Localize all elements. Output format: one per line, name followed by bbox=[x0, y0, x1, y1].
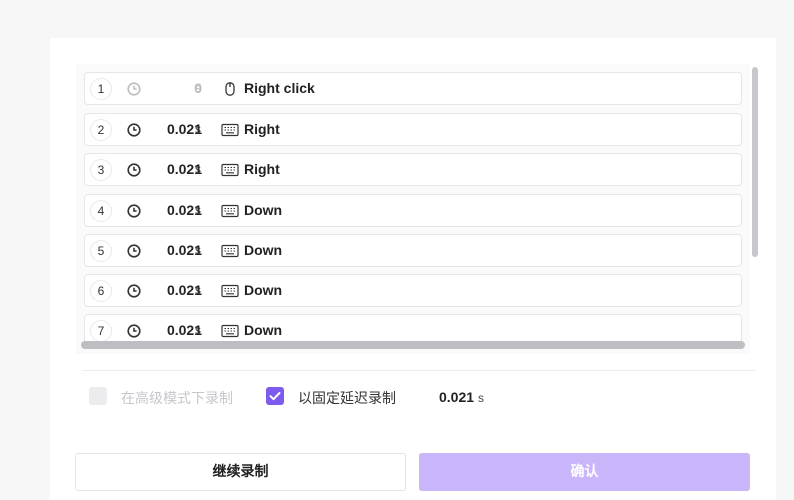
step-index: 2 bbox=[90, 119, 112, 141]
fixed-delay-label: 以固定延迟录制 bbox=[298, 391, 396, 407]
checkmark-icon bbox=[269, 392, 281, 401]
fixed-delay-value-field[interactable]: 0.021 s bbox=[439, 389, 484, 405]
step-delay[interactable]: 0.021 bbox=[145, 242, 202, 258]
keyboard-icon bbox=[221, 163, 239, 177]
clock-icon bbox=[127, 204, 141, 218]
step-delay[interactable]: 0.021 bbox=[145, 282, 202, 298]
step-delay-unit: s bbox=[195, 162, 201, 176]
macro-step-row[interactable]: 1 0 s Right click bbox=[84, 72, 742, 105]
macro-step-row[interactable]: 4 0.021 s Down bbox=[84, 194, 742, 227]
macro-step-list[interactable]: 1 0 s Right click 2 0.021 s Right 3 0.02… bbox=[76, 64, 750, 354]
fixed-delay-value[interactable]: 0.021 bbox=[439, 389, 474, 405]
step-delay-unit: s bbox=[195, 122, 201, 136]
macro-step-row[interactable]: 6 0.021 s Down bbox=[84, 274, 742, 307]
macro-step-row[interactable]: 2 0.021 s Right bbox=[84, 113, 742, 146]
step-action-label: Down bbox=[244, 282, 283, 298]
step-delay-unit: s bbox=[195, 323, 201, 337]
step-delay[interactable]: 0.021 bbox=[145, 161, 202, 177]
step-index: 6 bbox=[90, 280, 112, 302]
step-delay[interactable]: 0 bbox=[145, 80, 202, 96]
continue-recording-button[interactable]: 继续录制 bbox=[75, 453, 406, 491]
step-delay-unit: s bbox=[195, 203, 201, 217]
keyboard-icon bbox=[221, 123, 239, 137]
step-index: 7 bbox=[90, 320, 112, 342]
keyboard-icon bbox=[221, 324, 239, 338]
keyboard-icon bbox=[221, 244, 239, 258]
macro-step-row[interactable]: 5 0.021 s Down bbox=[84, 234, 742, 267]
step-action-label: Down bbox=[244, 242, 283, 258]
clock-icon bbox=[127, 324, 141, 338]
vertical-scrollbar[interactable] bbox=[752, 67, 758, 257]
step-action-label: Down bbox=[244, 322, 283, 338]
step-delay-unit: s bbox=[195, 81, 201, 95]
clock-icon bbox=[127, 244, 141, 258]
fixed-delay-checkbox[interactable] bbox=[266, 387, 284, 405]
step-delay[interactable]: 0.021 bbox=[145, 121, 202, 137]
step-action-label: Right bbox=[244, 161, 280, 177]
keyboard-icon bbox=[221, 284, 239, 298]
advanced-mode-label: 在高级模式下录制 bbox=[121, 391, 233, 407]
fixed-delay-unit: s bbox=[477, 391, 484, 405]
step-index: 1 bbox=[90, 78, 112, 100]
step-delay-unit: s bbox=[195, 243, 201, 257]
clock-icon bbox=[127, 284, 141, 298]
step-index: 5 bbox=[90, 240, 112, 262]
mouse-icon bbox=[225, 82, 235, 96]
step-delay[interactable]: 0.021 bbox=[145, 202, 202, 218]
step-action-label: Right click bbox=[244, 80, 315, 96]
step-action-label: Right bbox=[244, 121, 280, 137]
horizontal-scrollbar[interactable] bbox=[81, 341, 745, 349]
divider bbox=[82, 370, 756, 371]
clock-icon bbox=[127, 123, 141, 137]
keyboard-icon bbox=[221, 204, 239, 218]
step-index: 3 bbox=[90, 159, 112, 181]
step-action-label: Down bbox=[244, 202, 283, 218]
step-delay-unit: s bbox=[195, 283, 201, 297]
clock-icon bbox=[127, 163, 141, 177]
confirm-button[interactable]: 确认 bbox=[419, 453, 750, 491]
step-delay[interactable]: 0.021 bbox=[145, 322, 202, 338]
step-index: 4 bbox=[90, 200, 112, 222]
clock-icon bbox=[127, 82, 141, 96]
advanced-mode-checkbox bbox=[89, 387, 107, 405]
macro-step-row[interactable]: 3 0.021 s Right bbox=[84, 153, 742, 186]
